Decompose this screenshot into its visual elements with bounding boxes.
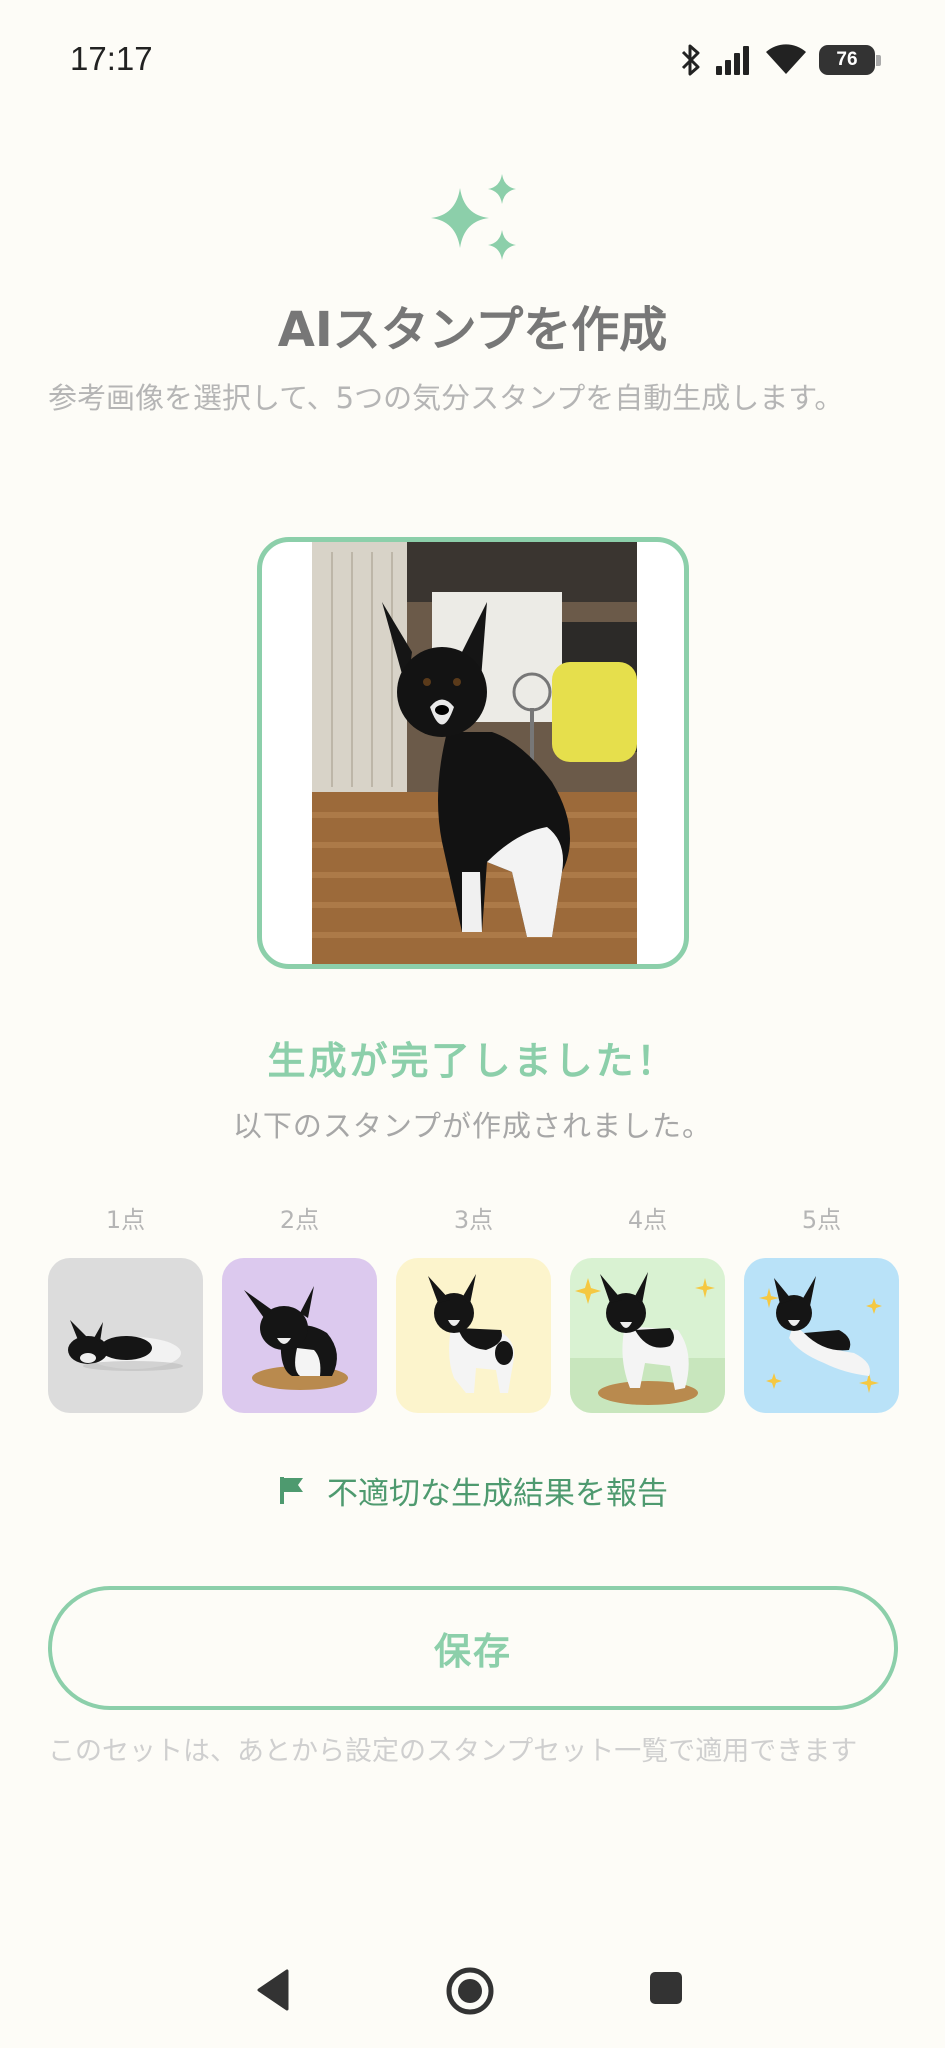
status-time: 17:17 (70, 40, 153, 77)
save-note: このセットは、あとから設定のスタンプセット一覧で適用できます (48, 1736, 858, 1767)
report-link[interactable]: 不適切な生成結果を報告 (0, 1465, 945, 1515)
status-bar: 17:17 76 (0, 0, 945, 120)
stamp-label: 1点 (105, 1206, 146, 1234)
back-icon[interactable] (255, 1968, 291, 2012)
result-title: 生成が完了しました！ (267, 1039, 678, 1083)
save-button[interactable]: 保存 (48, 1586, 898, 1710)
stamp-image[interactable] (744, 1258, 899, 1413)
recents-icon[interactable] (648, 1970, 684, 2006)
report-label: 不適切な生成結果を報告 (327, 1475, 668, 1512)
page-subtitle: 参考画像を選択して、5つの気分スタンプを自動生成します。 (48, 381, 844, 415)
stamp-label: 4点 (627, 1206, 668, 1234)
stamp-item[interactable]: 4点 (570, 1200, 725, 1413)
battery-level: 76 (836, 49, 858, 70)
stamp-image[interactable] (48, 1258, 203, 1413)
signal-icon (716, 46, 749, 75)
wifi-icon (766, 44, 806, 74)
stamp-item[interactable]: 1点 (48, 1200, 203, 1413)
stamp-image[interactable] (570, 1258, 725, 1413)
battery-icon: 76 (819, 45, 881, 75)
stamp-image[interactable] (222, 1258, 377, 1413)
stamp-item[interactable]: 3点 (396, 1200, 551, 1413)
stamp-label: 3点 (453, 1206, 494, 1234)
result-subtitle: 以下のスタンプが作成されました。 (232, 1109, 713, 1143)
reference-photo (312, 542, 637, 964)
stamp-label: 2点 (279, 1206, 320, 1234)
navigation-bar (0, 1940, 945, 2040)
reference-image-frame[interactable] (257, 537, 689, 969)
sparkle-icon (431, 174, 516, 260)
home-icon[interactable] (445, 1966, 495, 2016)
bluetooth-icon (681, 44, 700, 76)
stamp-item[interactable]: 2点 (222, 1200, 377, 1413)
page-title: AIスタンプを作成 (277, 302, 668, 358)
stamp-item[interactable]: 5点 (744, 1200, 899, 1413)
stamp-list: 1点 2点 3点 4点 5点 (48, 1200, 899, 1420)
stamp-image[interactable] (396, 1258, 551, 1413)
ai-stamp-screen: 17:17 76 AIスタンプを作成 参考画像を選択して、5つの気分スタンプを自… (0, 0, 945, 2048)
status-icons: 76 (679, 40, 881, 80)
stamp-label: 5点 (801, 1206, 842, 1234)
flag-icon (280, 1477, 303, 1504)
